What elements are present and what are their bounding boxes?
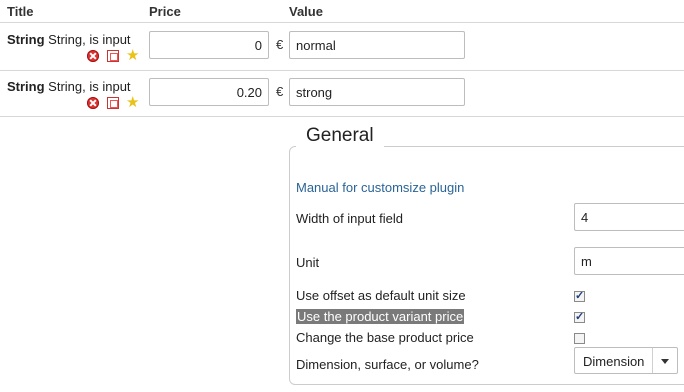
row-divider bbox=[0, 116, 684, 117]
row-title-text: String, is input bbox=[44, 32, 131, 47]
value-input[interactable] bbox=[289, 31, 465, 59]
row-title-bold: String bbox=[7, 79, 45, 94]
fieldset-legend: General bbox=[296, 125, 384, 147]
delete-icon[interactable] bbox=[87, 97, 99, 109]
price-input[interactable] bbox=[149, 78, 269, 106]
value-input[interactable] bbox=[289, 78, 465, 106]
star-icon[interactable]: ★ bbox=[126, 48, 139, 63]
row-title-text: String, is input bbox=[44, 79, 131, 94]
manual-link[interactable]: Manual for customsize plugin bbox=[296, 180, 464, 195]
dimension-select[interactable]: Dimension bbox=[574, 347, 678, 374]
row-title: String String, is input bbox=[7, 79, 131, 94]
delete-icon[interactable] bbox=[87, 50, 99, 62]
variant-label-text: Use the product variant price bbox=[296, 309, 465, 324]
currency-symbol: € bbox=[276, 84, 284, 99]
offset-label: Use offset as default unit size bbox=[296, 288, 466, 303]
unit-label: Unit bbox=[296, 255, 320, 270]
row-title: String String, is input bbox=[7, 32, 131, 47]
currency-symbol: € bbox=[276, 37, 284, 52]
price-input[interactable] bbox=[149, 31, 269, 59]
dimension-select-value: Dimension bbox=[583, 354, 645, 369]
width-input[interactable] bbox=[574, 203, 684, 231]
row-divider bbox=[0, 70, 684, 71]
col-header-price: Price bbox=[149, 4, 181, 19]
move-icon[interactable] bbox=[107, 97, 119, 109]
variant-checkbox[interactable] bbox=[574, 310, 585, 323]
header-divider bbox=[0, 22, 684, 23]
col-header-title: Title bbox=[7, 4, 34, 19]
col-header-value: Value bbox=[289, 4, 323, 19]
chevron-down-icon[interactable] bbox=[652, 348, 677, 373]
dimension-label: Dimension, surface, or volume? bbox=[296, 357, 479, 372]
variant-label: Use the product variant price bbox=[296, 309, 465, 324]
width-label: Width of input field bbox=[296, 211, 403, 226]
row-title-bold: String bbox=[7, 32, 45, 47]
star-icon[interactable]: ★ bbox=[126, 95, 139, 110]
offset-checkbox[interactable] bbox=[574, 289, 585, 302]
move-icon[interactable] bbox=[107, 50, 119, 62]
base-price-label: Change the base product price bbox=[296, 330, 474, 345]
unit-input[interactable] bbox=[574, 247, 684, 275]
base-price-checkbox[interactable] bbox=[574, 333, 585, 344]
